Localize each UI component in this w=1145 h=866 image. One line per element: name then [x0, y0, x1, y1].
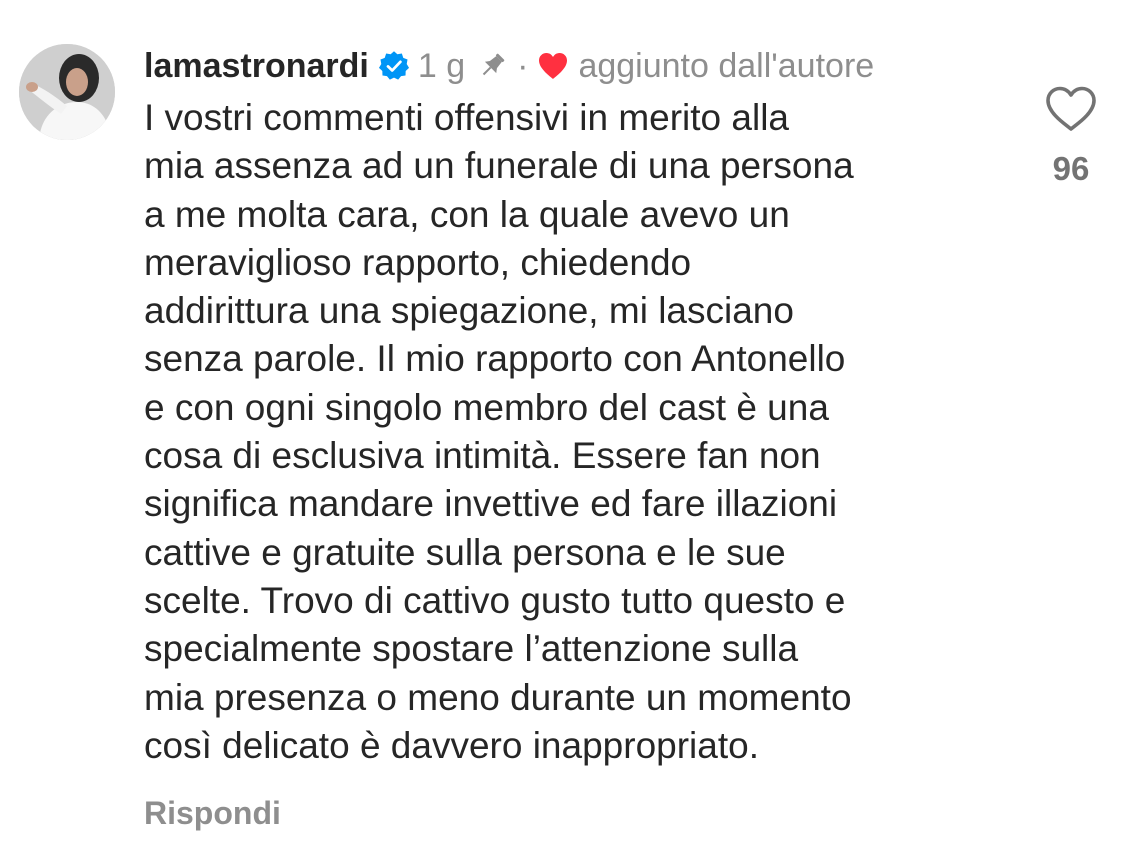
like-count: 96 — [1052, 150, 1090, 187]
verified-badge-icon — [378, 50, 410, 82]
comment-header: lamastronardi 1 g · aggiunto dall'autore — [144, 40, 1014, 92]
added-by-author-label: aggiunto dall'autore — [578, 46, 875, 85]
separator-dot: · — [517, 46, 529, 85]
pin-icon — [475, 49, 509, 83]
like-button[interactable] — [1043, 84, 1099, 134]
username[interactable]: lamastronardi — [144, 47, 369, 86]
comment-time: 1 g — [417, 46, 466, 85]
avatar[interactable] — [19, 44, 115, 140]
heart-filled-icon — [536, 49, 570, 83]
heart-outline-icon — [1046, 86, 1096, 131]
avatar-image — [19, 44, 115, 140]
comment-text: I vostri commenti offensivi in merito al… — [144, 97, 854, 766]
reply-button[interactable]: Rispondi — [144, 795, 281, 832]
like-area: 96 — [1038, 84, 1104, 188]
comment: lamastronardi 1 g · aggiunto dall'autore… — [144, 40, 1014, 770]
